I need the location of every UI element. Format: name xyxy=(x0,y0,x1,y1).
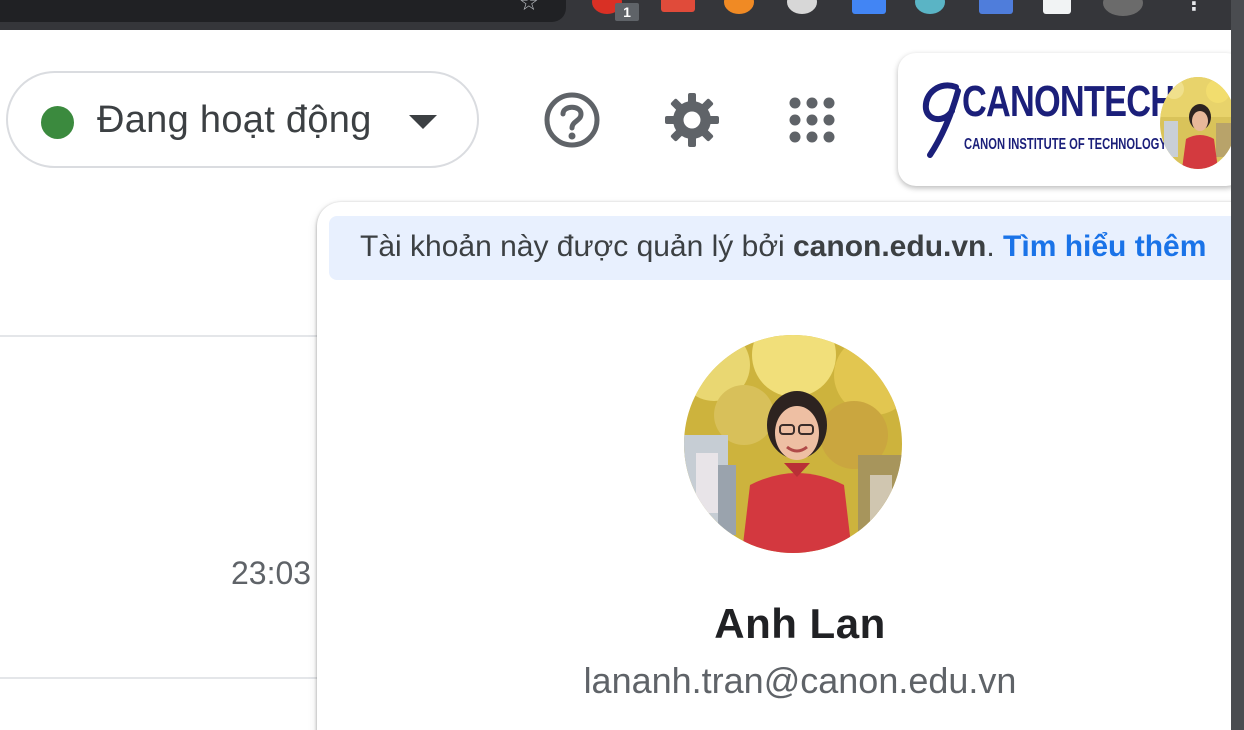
org-logo-subtitle: CANON INSTITUTE OF TECHNOLOGY xyxy=(964,136,1167,153)
gmail-window: ☆ 1 ⋮ Đang hoạt động CANONTECH CANON INS… xyxy=(0,0,1244,730)
list-divider xyxy=(0,677,318,679)
apps-grid-icon[interactable] xyxy=(783,91,841,149)
window-edge xyxy=(1231,0,1244,730)
profile-photo[interactable] xyxy=(684,335,902,553)
learn-more-link[interactable]: Tìm hiểu thêm xyxy=(1003,230,1206,263)
extension-icon-orange[interactable] xyxy=(724,0,754,14)
browser-menu-icon[interactable]: ⋮ xyxy=(1184,0,1204,14)
browser-toolbar: ☆ 1 ⋮ xyxy=(0,0,1244,30)
status-label: Đang hoạt động xyxy=(97,99,372,141)
extension-icon-teal[interactable] xyxy=(915,0,945,14)
extension-badge: 1 xyxy=(615,3,639,21)
list-divider xyxy=(0,335,318,337)
managed-account-text: Tài khoản này được quản lý bởi canon.edu… xyxy=(360,230,1206,264)
bookmark-star-icon[interactable]: ☆ xyxy=(519,0,539,14)
chevron-down-icon xyxy=(409,115,437,129)
managed-suffix: . xyxy=(986,230,1004,263)
managed-account-banner: Tài khoản này được quản lý bởi canon.edu… xyxy=(329,216,1244,280)
account-popup: Tài khoản này được quản lý bởi canon.edu… xyxy=(317,202,1244,730)
extension-icon-blue[interactable] xyxy=(852,0,886,14)
account-name: Anh Lan xyxy=(714,600,886,647)
status-selector[interactable]: Đang hoạt động xyxy=(6,71,479,168)
status-active-dot xyxy=(41,106,74,139)
org-logo-wordmark: CANONTECH xyxy=(962,77,1175,126)
extension-icon-puzzle[interactable] xyxy=(1043,0,1071,14)
account-avatar[interactable] xyxy=(1160,77,1236,169)
extension-icon-white[interactable] xyxy=(787,0,817,14)
address-bar[interactable]: ☆ xyxy=(0,0,566,22)
settings-icon[interactable] xyxy=(663,91,721,149)
account-email: lananh.tran@canon.edu.vn xyxy=(583,660,1017,701)
canontech-logo-icon xyxy=(922,82,961,158)
account-card[interactable]: CANONTECH CANON INSTITUTE OF TECHNOLOGY xyxy=(898,53,1244,186)
message-time: 23:03 xyxy=(231,555,312,591)
extension-icon-todo[interactable] xyxy=(661,0,695,12)
browser-profile-avatar[interactable] xyxy=(1103,0,1143,16)
managed-prefix: Tài khoản này được quản lý bởi xyxy=(360,230,793,263)
managed-domain: canon.edu.vn xyxy=(793,230,987,263)
extension-icon-translate[interactable] xyxy=(979,0,1013,14)
help-icon[interactable] xyxy=(543,91,601,149)
